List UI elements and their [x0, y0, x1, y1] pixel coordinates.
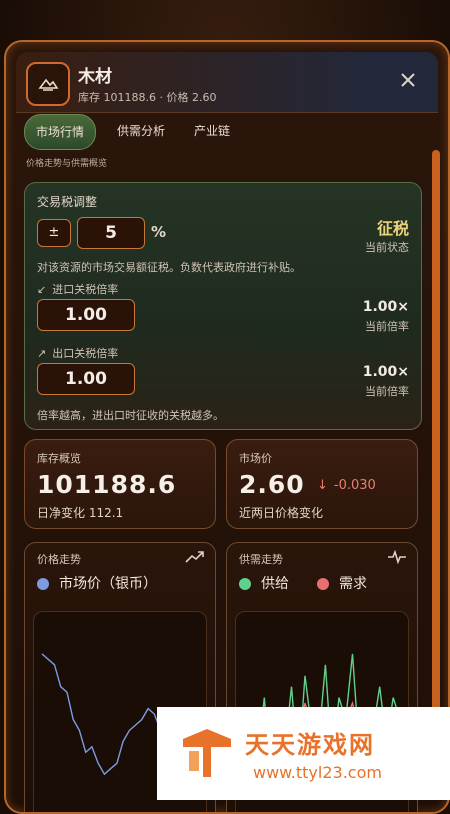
tab-supply-demand[interactable]: 供需分析 — [106, 114, 176, 148]
export-rate-input[interactable]: 1.00 — [37, 363, 135, 395]
tax-footer-note: 倍率越高，进出口时征收的关税越多。 — [37, 409, 224, 422]
inventory-card: 库存概览 101188.6 日净变化 112.1 — [24, 439, 216, 529]
tax-rate-input[interactable]: 5 — [77, 217, 145, 249]
tab-bar: 市场行情 供需分析 产业链 — [24, 114, 424, 150]
arrow-down-left-icon: ↙ — [37, 283, 47, 296]
trend-up-icon — [185, 549, 205, 568]
market-price-value: 2.60 — [239, 470, 305, 499]
tax-card: 交易税调整 ± 5 % 征税 当前状态 对该资源的市场交易额征税。负数代表政府进… — [24, 182, 422, 430]
price-change-value: -0.030 — [333, 478, 376, 493]
watermark-title: 天天游戏网 — [245, 731, 375, 759]
inventory-value: 101188.6 — [37, 470, 177, 499]
watermark-url: www.ttyl23.com — [253, 763, 382, 782]
import-label-row: ↙ 进口关税倍率 — [37, 281, 118, 297]
price-legend-label: 市场价（银币） — [59, 576, 157, 592]
tax-title: 交易税调整 — [37, 195, 98, 209]
price-change-label: 近两日价格变化 — [239, 506, 324, 520]
resource-title: 木材 — [78, 67, 112, 87]
price-legend-dot — [37, 578, 49, 590]
watermark-logo-icon — [179, 725, 235, 785]
tax-rate-unit: % — [151, 223, 167, 241]
import-rate-input[interactable]: 1.00 — [37, 299, 135, 331]
pulse-icon — [387, 549, 407, 568]
inventory-daily-change: 日净变化 112.1 — [37, 506, 124, 520]
supply-chart-title: 供需走势 — [239, 553, 283, 566]
tax-description: 对该资源的市场交易额征税。负数代表政府进行补贴。 — [37, 261, 301, 274]
panel-header: 木材 库存 101188.6 · 价格 2.60 — [16, 52, 438, 113]
demand-legend: 需求 — [317, 573, 367, 593]
tax-status-value: 征税 — [376, 219, 409, 238]
watermark: 天天游戏网 www.ttyl23.com — [157, 707, 450, 800]
demand-legend-dot — [317, 578, 329, 590]
sign-toggle-button[interactable]: ± — [37, 219, 71, 247]
market-price-label: 市场价 — [239, 452, 272, 465]
demand-legend-label: 需求 — [339, 576, 367, 592]
tab-industry-chain[interactable]: 产业链 — [182, 114, 242, 148]
tax-status-label: 当前状态 — [365, 241, 409, 254]
scrollbar[interactable] — [432, 150, 440, 750]
resource-subtitle: 库存 101188.6 · 价格 2.60 — [78, 91, 217, 104]
tab-market[interactable]: 市场行情 — [24, 114, 96, 150]
tabs-description: 价格走势与供需概览 — [26, 159, 108, 169]
supply-legend-dot — [239, 578, 251, 590]
price-legend: 市场价（银币） — [37, 573, 157, 593]
arrow-down-icon: ↓ — [317, 478, 328, 493]
export-current-label: 当前倍率 — [365, 385, 409, 398]
export-label-row: ↗ 出口关税倍率 — [37, 345, 118, 361]
export-current-value: 1.00× — [362, 364, 409, 380]
import-label: 进口关税倍率 — [52, 283, 119, 296]
import-current-value: 1.00× — [362, 299, 409, 315]
inventory-label: 库存概览 — [37, 452, 81, 465]
wood-icon — [26, 62, 70, 106]
supply-legend: 供给 — [239, 573, 289, 593]
arrow-up-right-icon: ↗ — [37, 347, 47, 360]
price-change-row: ↓ -0.030 — [317, 478, 376, 493]
price-chart-title: 价格走势 — [37, 553, 81, 566]
export-label: 出口关税倍率 — [52, 347, 119, 360]
market-price-card: 市场价 2.60 ↓ -0.030 近两日价格变化 — [226, 439, 418, 529]
supply-legend-label: 供给 — [261, 576, 289, 592]
import-current-label: 当前倍率 — [365, 320, 409, 333]
close-icon[interactable] — [396, 68, 420, 92]
resource-panel: 木材 库存 101188.6 · 价格 2.60 市场行情 供需分析 产业链 价… — [4, 40, 450, 814]
